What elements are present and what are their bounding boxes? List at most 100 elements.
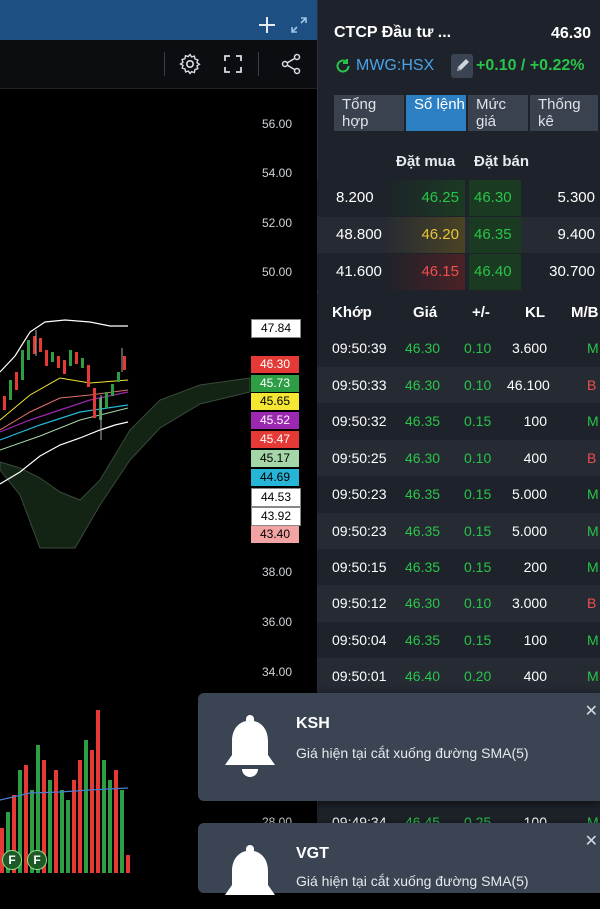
trade-time: 09:50:32 — [332, 413, 387, 429]
trade-row: 09:50:23 46.35 0.15 5.000 M — [317, 476, 600, 513]
trade-price: 46.35 — [405, 559, 441, 575]
price-level-label: 45.52 — [251, 412, 299, 429]
trade-side: M — [587, 486, 599, 502]
y-axis-label: 52.00 — [262, 216, 293, 230]
ask-volume: 5.300 — [557, 189, 595, 206]
price-level-label: 45.65 — [251, 393, 299, 410]
trade-side: B — [587, 450, 597, 466]
expand-icon — [291, 17, 307, 33]
bell-icon — [225, 845, 275, 895]
trade-row: 09:50:15 46.35 0.15 200 M — [317, 549, 600, 586]
bell-icon — [225, 715, 275, 777]
trade-change: 0.10 — [464, 450, 492, 466]
trade-change: 0.10 — [464, 595, 492, 611]
chart-toolbar — [0, 40, 317, 89]
ask-header: Đặt bán — [474, 153, 530, 170]
add-chart-button[interactable] — [256, 14, 278, 36]
trade-volume: 46.100 — [507, 377, 550, 393]
trade-change: 0.20 — [464, 668, 492, 684]
trade-time: 09:50:15 — [332, 559, 387, 575]
trade-volume: 100 — [523, 413, 547, 429]
stock-price: 46.30 — [551, 25, 592, 42]
trade-volume: 5.000 — [511, 486, 547, 502]
share-button[interactable] — [279, 52, 303, 76]
ask-price[interactable]: 46.40 — [469, 254, 521, 290]
ask-price[interactable]: 46.35 — [469, 217, 521, 253]
trade-price: 46.35 — [405, 523, 441, 539]
maximize-button[interactable] — [289, 15, 309, 35]
price-level-label: 43.92 — [251, 507, 301, 526]
marker-f[interactable]: F — [2, 850, 22, 870]
notification-toast[interactable]: VGT Giá hiện tại cắt xuống đường SMA(5) … — [198, 823, 600, 895]
pencil-icon — [457, 59, 469, 71]
trade-row: 09:50:23 46.35 0.15 5.000 M — [317, 513, 600, 550]
price-level-label: 44.53 — [251, 488, 301, 507]
gear-icon — [179, 53, 201, 75]
trade-change: 0.15 — [464, 632, 492, 648]
trade-side: M — [587, 632, 599, 648]
tab-tong-hop[interactable]: Tổng hợp — [334, 95, 404, 131]
ma-cyan — [0, 404, 129, 441]
y-axis-label: 38.00 — [262, 565, 293, 579]
orderbook-row[interactable]: 48.800 46.20 46.35 9.400 — [317, 217, 600, 253]
bid-price[interactable]: 46.25 — [381, 180, 465, 216]
trade-change: 0.10 — [464, 340, 492, 356]
close-icon[interactable]: ✕ — [585, 831, 598, 851]
notification-message: Giá hiện tại cắt xuống đường SMA(5) — [296, 745, 529, 761]
trade-side: M — [587, 523, 599, 539]
ask-volume: 9.400 — [557, 226, 595, 243]
notification-toast[interactable]: KSH Giá hiện tại cắt xuống đường SMA(5) … — [198, 693, 600, 801]
notification-message: Giá hiện tại cắt xuống đường SMA(5) — [296, 873, 529, 889]
trade-row: 09:50:32 46.35 0.15 100 M — [317, 403, 600, 440]
trade-side: M — [587, 413, 599, 429]
trade-volume: 400 — [523, 668, 547, 684]
col-price: Giá — [413, 304, 438, 321]
toolbar-divider — [164, 52, 165, 76]
trade-change: 0.10 — [464, 377, 492, 393]
tab-thong-ke[interactable]: Thống kê — [530, 95, 598, 131]
trade-row: 09:50:25 46.30 0.10 400 B — [317, 440, 600, 477]
col-side: M/B — [571, 304, 599, 321]
price-level-label: 45.73 — [251, 375, 299, 392]
fullscreen-button[interactable] — [221, 52, 245, 76]
settings-button[interactable] — [178, 52, 202, 76]
orderbook-row[interactable]: 8.200 46.25 46.30 5.300 — [317, 180, 600, 216]
trade-time: 09:50:12 — [332, 595, 387, 611]
bid-price[interactable]: 46.20 — [381, 217, 465, 253]
notification-symbol: KSH — [296, 715, 330, 732]
trade-volume: 3.000 — [511, 595, 547, 611]
tab-muc-gia[interactable]: Mức giá — [468, 95, 528, 131]
ichimoku-cloud — [0, 377, 251, 549]
trade-time: 09:50:23 — [332, 523, 387, 539]
trade-row: 09:50:04 46.35 0.15 100 M — [317, 622, 600, 659]
trade-side: M — [587, 668, 599, 684]
plus-icon — [259, 17, 275, 33]
y-axis-label: 36.00 — [262, 615, 293, 629]
toolbar-divider — [258, 52, 259, 76]
refresh-icon[interactable] — [334, 57, 352, 75]
trade-row: 09:50:01 46.40 0.20 400 M — [317, 658, 600, 695]
marker-f[interactable]: F — [27, 850, 47, 870]
orderbook-row[interactable]: 41.600 46.15 46.40 30.700 — [317, 254, 600, 290]
trade-change: 0.15 — [464, 486, 492, 502]
stock-symbol[interactable]: MWG:HSX — [356, 57, 434, 75]
trade-price: 46.30 — [405, 377, 441, 393]
trade-price: 46.40 — [405, 668, 441, 684]
col-change: +/- — [472, 304, 490, 321]
bid-price[interactable]: 46.15 — [381, 254, 465, 290]
tab-so-lenh[interactable]: Sổ lệnh — [406, 95, 466, 131]
trade-change: 0.15 — [464, 523, 492, 539]
close-icon[interactable]: ✕ — [585, 701, 598, 721]
y-axis-label: 50.00 — [262, 265, 293, 279]
share-icon — [281, 53, 301, 75]
price-level-label: 46.30 — [251, 356, 299, 373]
trade-price: 46.35 — [405, 413, 441, 429]
edit-button[interactable] — [451, 54, 473, 78]
trade-price: 46.30 — [405, 450, 441, 466]
trade-volume: 200 — [523, 559, 547, 575]
price-change: +0.10 / +0.22% — [476, 57, 585, 74]
ask-price[interactable]: 46.30 — [469, 180, 521, 216]
trade-time: 09:50:01 — [332, 668, 387, 684]
trade-time: 09:50:33 — [332, 377, 387, 393]
trade-volume: 3.600 — [511, 340, 547, 356]
